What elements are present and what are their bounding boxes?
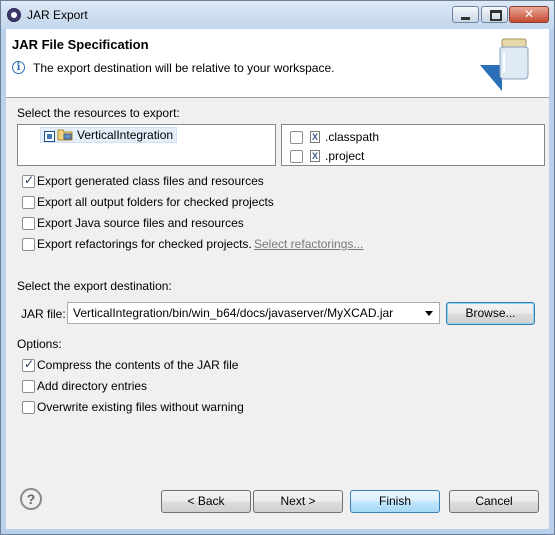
title-bar: JAR Export xyxy=(1,1,554,29)
file-item-label: .classpath xyxy=(325,130,380,144)
overwrite-checkbox[interactable] xyxy=(22,401,35,414)
xml-file-icon: X xyxy=(310,131,320,143)
jar-file-value: VerticalIntegration/bin/win_b64/docs/jav… xyxy=(73,306,394,320)
jar-export-window: JAR Export JAR File Specification i The … xyxy=(0,0,555,535)
dialog-content: JAR File Specification i The export dest… xyxy=(6,29,549,529)
chevron-down-icon[interactable] xyxy=(425,311,433,316)
destination-label: Select the export destination: xyxy=(17,279,172,293)
export-output-folders-label: Export all output folders for checked pr… xyxy=(37,195,274,209)
file-list[interactable]: X .classpath X .project xyxy=(281,124,545,166)
window-title: JAR Export xyxy=(27,8,88,22)
jar-file-label: JAR file: xyxy=(21,307,66,321)
classpath-checkbox[interactable] xyxy=(290,131,303,144)
finish-button[interactable]: Finish xyxy=(350,490,440,513)
overwrite-label: Overwrite existing files without warning xyxy=(37,400,244,414)
project-checkbox[interactable] xyxy=(290,150,303,163)
page-title: JAR File Specification xyxy=(12,37,149,52)
jar-file-combo[interactable]: VerticalIntegration/bin/win_b64/docs/jav… xyxy=(67,302,440,324)
jar-icon xyxy=(499,38,529,80)
export-java-source-checkbox[interactable] xyxy=(22,217,35,230)
back-button[interactable]: < Back xyxy=(161,490,251,513)
file-item-label: .project xyxy=(325,149,365,163)
compress-label: Compress the contents of the JAR file xyxy=(37,358,239,372)
maximize-button[interactable] xyxy=(481,6,508,23)
resource-tree[interactable]: VerticalIntegration xyxy=(17,124,276,166)
resources-label: Select the resources to export: xyxy=(17,106,180,120)
header-message: The export destination will be relative … xyxy=(33,61,335,75)
eclipse-icon xyxy=(7,8,21,22)
partial-checkbox[interactable] xyxy=(44,131,55,142)
compress-checkbox[interactable] xyxy=(22,357,35,372)
project-folder-icon xyxy=(57,129,73,141)
wizard-header: JAR File Specification i The export dest… xyxy=(6,29,549,98)
export-refactorings-checkbox[interactable] xyxy=(22,238,35,251)
export-refactorings-label: Export refactorings for checked projects… xyxy=(37,237,252,251)
add-directory-checkbox[interactable] xyxy=(22,380,35,393)
next-button[interactable]: Next > xyxy=(253,490,343,513)
export-class-files-label: Export generated class files and resourc… xyxy=(37,174,264,188)
help-icon[interactable]: ? xyxy=(20,488,42,510)
cancel-button[interactable]: Cancel xyxy=(449,490,539,513)
add-directory-label: Add directory entries xyxy=(37,379,148,393)
export-class-files-checkbox[interactable] xyxy=(22,173,35,188)
browse-button[interactable]: Browse... xyxy=(446,302,535,325)
select-refactorings-link[interactable]: Select refactorings... xyxy=(254,237,363,251)
info-icon: i xyxy=(12,61,25,74)
options-label: Options: xyxy=(17,337,62,351)
xml-file-icon: X xyxy=(310,150,320,162)
tree-item-label: VerticalIntegration xyxy=(77,128,174,142)
export-java-source-label: Export Java source files and resources xyxy=(37,216,244,230)
export-output-folders-checkbox[interactable] xyxy=(22,196,35,209)
minimize-button[interactable] xyxy=(452,6,479,23)
close-button[interactable] xyxy=(509,6,549,23)
